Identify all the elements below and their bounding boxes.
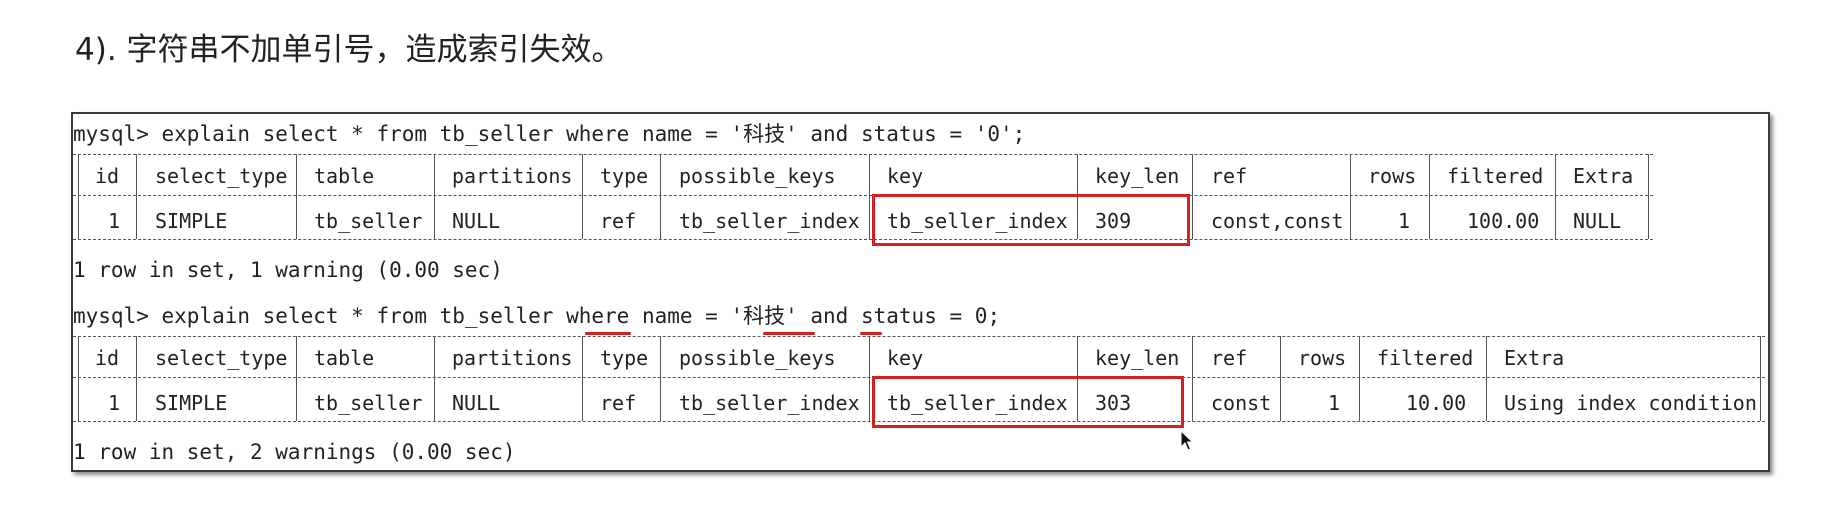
table2-col-sep [582, 336, 583, 421]
table2-col-sep [1760, 336, 1761, 421]
table1-header: key [887, 164, 924, 188]
table2-header: rows [1298, 346, 1347, 370]
query2-result: 1 row in set, 2 warnings (0.00 sec) [73, 440, 516, 464]
query1-line: mysql> explain select * from tb_seller w… [73, 124, 1025, 145]
mysql-prompt: mysql> [73, 304, 162, 328]
table2-col-sep [660, 336, 661, 421]
table2-header: table [314, 346, 375, 370]
table1-col-sep [660, 154, 661, 239]
table2-col-sep [78, 336, 79, 421]
table1-rule-top [73, 154, 1653, 155]
query2-sql-status: status [860, 304, 937, 328]
table2-cell: SIMPLE [155, 391, 228, 415]
query1-sql: explain select * from tb_seller where na… [161, 122, 1026, 146]
table1-cell: 1 [1398, 209, 1411, 233]
table1-col-sep [1192, 154, 1193, 239]
query2-sql-part: ; [987, 304, 1001, 328]
table1-col-sep [78, 154, 79, 239]
table2-header: Extra [1504, 346, 1565, 370]
table1-cell: const,const [1211, 209, 1344, 233]
table1-col-sep [136, 154, 137, 239]
mysql-terminal-screenshot: mysql> explain select * from tb_seller w… [71, 112, 1770, 472]
table1-header: rows [1368, 164, 1417, 188]
table2-col-sep [136, 336, 137, 421]
table1-rule-mid [73, 195, 1653, 196]
underline-name [585, 332, 631, 335]
table2-col-sep [434, 336, 435, 421]
table1-col-sep [582, 154, 583, 239]
table2-cell: const [1211, 391, 1272, 415]
table2-key-highlight [872, 376, 1184, 428]
table1-col-sep [1648, 154, 1649, 239]
table2-cell: Using index condition [1504, 391, 1757, 415]
table2-cell: 1 [1328, 391, 1341, 415]
table1-cell: NULL [452, 209, 501, 233]
table1-cell: ref [600, 209, 637, 233]
table1-header: partitions [452, 164, 573, 188]
table1-col-sep [296, 154, 297, 239]
table2-header: key_len [1095, 346, 1180, 370]
table2-col-sep [1280, 336, 1281, 421]
table1-header: Extra [1573, 164, 1634, 188]
table2-cell: 10.00 [1406, 391, 1467, 415]
table2-header: type [600, 346, 649, 370]
table2-cell: 1 [108, 391, 121, 415]
underline-status [763, 332, 815, 335]
table2-col-sep [1192, 336, 1193, 421]
table2-cell: NULL [452, 391, 501, 415]
table1-cell: 100.00 [1467, 209, 1540, 233]
table2-cell: ref [600, 391, 637, 415]
table1-header: key_len [1095, 164, 1180, 188]
table1-cell: tb_seller_index [679, 209, 860, 233]
table2-header: filtered [1377, 346, 1474, 370]
table1-col-sep [1429, 154, 1430, 239]
table1-key-highlight [872, 194, 1190, 246]
query2-line: mysql> explain select * from tb_seller w… [73, 306, 1000, 327]
table2-header: possible_keys [679, 346, 836, 370]
table1-rule-bottom [73, 239, 1653, 240]
table2-col-sep [869, 336, 870, 421]
query2-sql-part: = '科技' [692, 304, 811, 328]
table2-cell: tb_seller [314, 391, 423, 415]
mouse-pointer-icon [1180, 430, 1194, 451]
mysql-prompt: mysql> [73, 122, 162, 146]
table1-header: type [600, 164, 649, 188]
table1-cell: tb_seller [314, 209, 423, 233]
table2-header: partitions [452, 346, 573, 370]
table2-header: id [95, 346, 120, 370]
table1-header: table [314, 164, 375, 188]
query2-sql-name: name [641, 304, 693, 328]
table2-rule-top [73, 336, 1765, 337]
table1-header: select_type [155, 164, 288, 188]
table2-header: key [887, 346, 924, 370]
table1-header: filtered [1447, 164, 1544, 188]
table1-header: id [95, 164, 120, 188]
query2-sql-part: explain select * from tb_seller where [161, 304, 642, 328]
table1-cell: 1 [108, 209, 121, 233]
section-heading: 4). 字符串不加单引号，造成索引失效。 [75, 32, 623, 68]
query2-sql-zero: 0 [974, 304, 988, 328]
table2-col-sep [1486, 336, 1487, 421]
table1-col-sep [1350, 154, 1351, 239]
underline-zero [860, 332, 882, 335]
table1-col-sep [1555, 154, 1556, 239]
query2-sql-part [848, 304, 861, 328]
query2-sql-and: and [810, 304, 849, 328]
table2-col-sep [1359, 336, 1360, 421]
table1-header: ref [1211, 164, 1248, 188]
table1-header: possible_keys [679, 164, 836, 188]
table2-cell: tb_seller_index [679, 391, 860, 415]
query2-sql-part: = [936, 304, 975, 328]
table1-cell: NULL [1573, 209, 1622, 233]
table1-col-sep [434, 154, 435, 239]
query1-result: 1 row in set, 1 warning (0.00 sec) [73, 258, 503, 282]
table1-col-sep [869, 154, 870, 239]
table2-header: ref [1211, 346, 1248, 370]
table2-header: select_type [155, 346, 288, 370]
table1-cell: SIMPLE [155, 209, 228, 233]
table2-col-sep [296, 336, 297, 421]
